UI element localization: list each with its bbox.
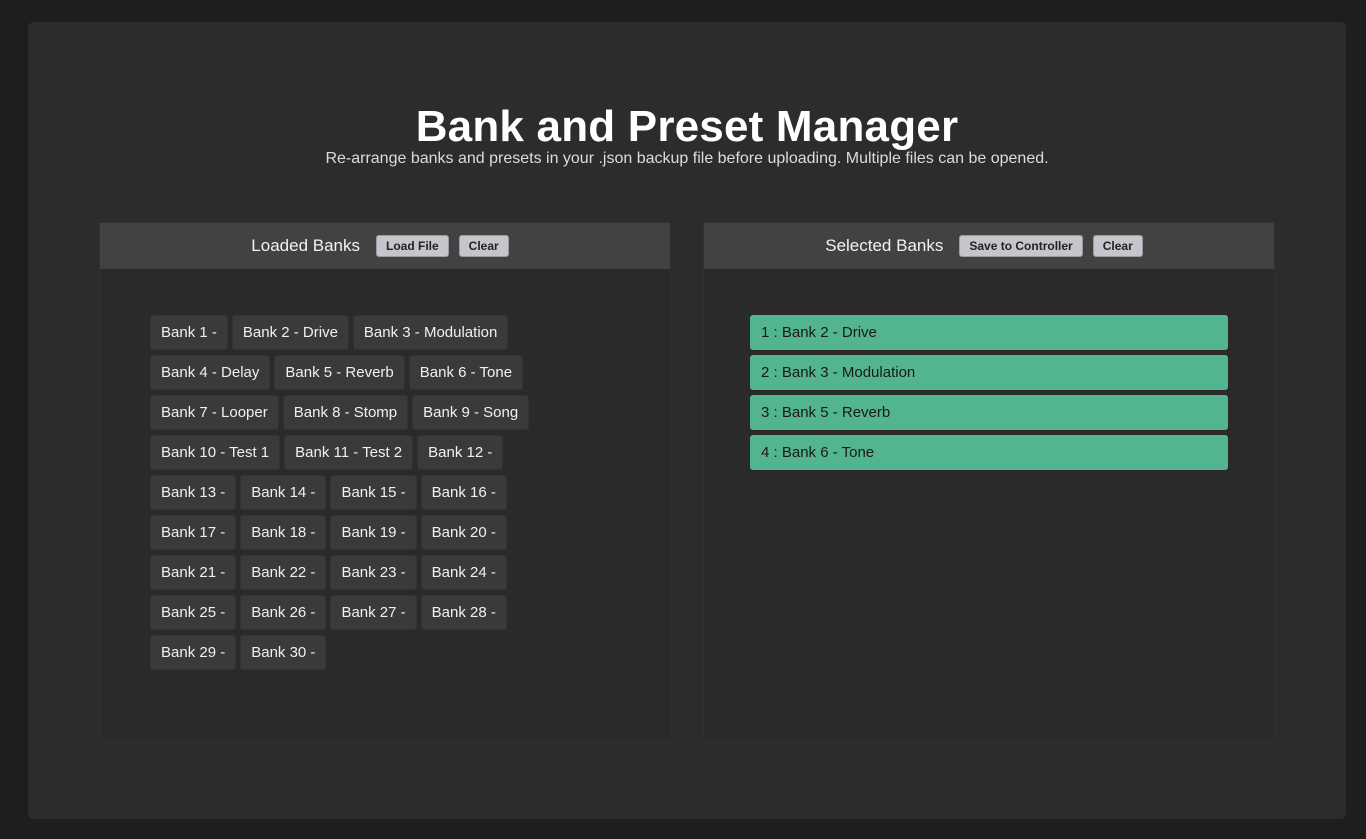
bank-button[interactable]: Bank 20 -: [420, 515, 507, 550]
bank-button[interactable]: Bank 18 -: [240, 515, 327, 550]
selected-banks-header: Selected Banks Save to Controller Clear: [704, 223, 1274, 269]
bank-button[interactable]: Bank 7 - Looper: [150, 395, 279, 430]
bank-button[interactable]: Bank 23 -: [330, 555, 417, 590]
selected-bank-list: 1 : Bank 2 - Drive 2 : Bank 3 - Modulatio…: [750, 315, 1228, 470]
bank-button[interactable]: Bank 25 -: [150, 595, 237, 630]
bank-button[interactable]: Bank 22 -: [240, 555, 327, 590]
bank-button[interactable]: Bank 5 - Reverb: [274, 355, 405, 390]
bank-button[interactable]: Bank 1 -: [150, 315, 228, 350]
bank-button[interactable]: Bank 19 -: [330, 515, 417, 550]
bank-button[interactable]: Bank 11 - Test 2: [284, 435, 414, 470]
selected-bank-item[interactable]: 2 : Bank 3 - Modulation: [750, 355, 1228, 390]
bank-button[interactable]: Bank 27 -: [330, 595, 417, 630]
bank-button[interactable]: Bank 9 - Song: [412, 395, 530, 430]
bank-button[interactable]: Bank 24 -: [420, 555, 507, 590]
save-to-controller-button[interactable]: Save to Controller: [959, 235, 1083, 257]
selected-banks-title: Selected Banks: [825, 236, 944, 255]
bank-button[interactable]: Bank 10 - Test 1: [150, 435, 281, 470]
bank-button[interactable]: Bank 13 -: [150, 475, 237, 510]
bank-button[interactable]: Bank 2 - Drive: [231, 315, 349, 350]
bank-button[interactable]: Bank 17 -: [150, 515, 237, 550]
loaded-banks-title: Loaded Banks: [251, 236, 360, 255]
selected-bank-item[interactable]: 4 : Bank 6 - Tone: [750, 435, 1228, 470]
page-title: Bank and Preset Manager: [415, 102, 959, 151]
loaded-banks-header: Loaded Banks Load File Clear: [100, 223, 670, 269]
selected-banks-panel: Selected Banks Save to Controller Clear …: [703, 222, 1275, 742]
selected-bank-item[interactable]: 3 : Bank 5 - Reverb: [750, 395, 1228, 430]
bank-button[interactable]: Bank 12 -: [417, 435, 504, 470]
bank-button[interactable]: Bank 6 - Tone: [408, 355, 524, 390]
bank-button[interactable]: Bank 21 -: [150, 555, 237, 590]
bank-button[interactable]: Bank 28 -: [420, 595, 507, 630]
loaded-banks-panel: Loaded Banks Load File Clear Bank 1 - Ban…: [99, 222, 671, 742]
bank-button[interactable]: Bank 14 -: [240, 475, 327, 510]
bank-button[interactable]: Bank 4 - Delay: [150, 355, 271, 390]
loaded-bank-list: Bank 1 - Bank 2 - Drive Bank 3 - Modulatio…: [150, 315, 580, 670]
bank-button[interactable]: Bank 15 -: [330, 475, 417, 510]
bank-button[interactable]: Bank 29 -: [150, 635, 237, 670]
bank-button[interactable]: Bank 16 -: [420, 475, 507, 510]
bank-button[interactable]: Bank 30 -: [240, 635, 327, 670]
page-subtitle: Re-arrange banks and presets in your .js…: [325, 150, 1049, 167]
bank-button[interactable]: Bank 3 - Modulation: [352, 315, 509, 350]
clear-selected-button[interactable]: Clear: [1092, 235, 1143, 257]
bank-button[interactable]: Bank 8 - Stomp: [282, 395, 409, 430]
bank-preset-manager-app: Bank and Preset Manager Re-arrange banks…: [28, 22, 1346, 819]
bank-button[interactable]: Bank 26 -: [240, 595, 327, 630]
load-file-button[interactable]: Load File: [376, 235, 449, 257]
clear-loaded-button[interactable]: Clear: [458, 235, 509, 257]
selected-bank-item[interactable]: 1 : Bank 2 - Drive: [750, 315, 1228, 350]
